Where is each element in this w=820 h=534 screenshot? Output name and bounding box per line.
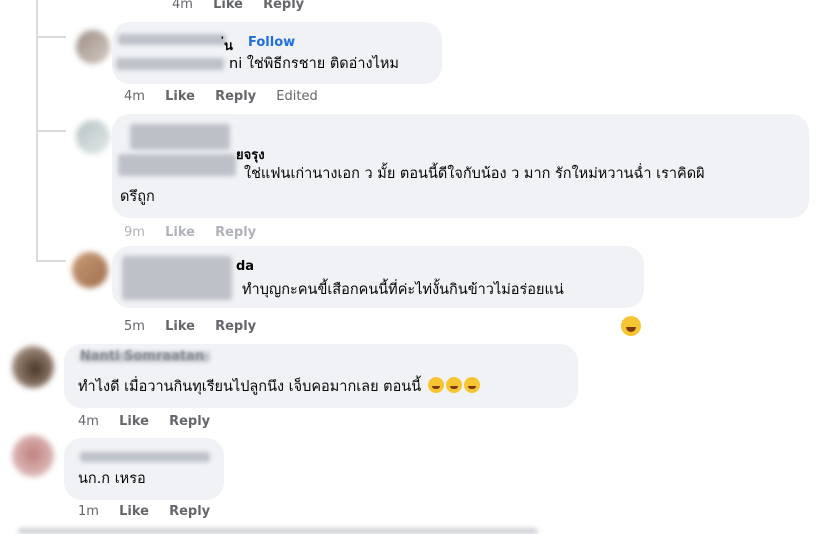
avatar[interactable] (76, 30, 110, 64)
avatar[interactable] (12, 435, 54, 477)
like-button[interactable]: Like (165, 225, 195, 240)
reply-button[interactable]: Reply (169, 504, 210, 519)
comment-actions: 4m Like Reply (172, 0, 320, 12)
avatar[interactable] (72, 252, 108, 288)
reply-button[interactable]: Reply (169, 414, 210, 429)
comment-actions: 4m Like Reply (78, 414, 226, 429)
next-comment-blurred (18, 528, 538, 534)
author-name[interactable]: ยจรุง (236, 144, 265, 165)
follow-link[interactable]: Follow (248, 35, 295, 50)
like-button[interactable]: Like (165, 89, 195, 104)
reply-button[interactable]: Reply (215, 319, 256, 334)
comment-actions: 5m Like Reply (124, 319, 272, 334)
comment-time[interactable]: 4m (78, 414, 99, 429)
comment-time[interactable]: 1m (78, 504, 99, 519)
author-name-blurred[interactable] (80, 452, 210, 462)
author-name-blurred[interactable] (118, 34, 226, 45)
author-name[interactable]: Nanti Somraatan (80, 349, 204, 364)
comment-time[interactable]: 4m (124, 89, 145, 104)
comment-time[interactable]: 4m (172, 0, 193, 12)
like-button[interactable]: Like (165, 319, 195, 334)
comment-text-line: ใช่แฟนเก่านางเอก ว มั้ย ตอนนี้ดีใจกับน้อ… (244, 166, 705, 182)
reply-button[interactable]: Reply (215, 225, 256, 240)
comment-text-body: ทำไงดี เมื่อวานกินทุเรียนไปลูกนึง เจ็บคอ… (78, 379, 422, 395)
like-button[interactable]: Like (213, 0, 243, 12)
thread-branch (36, 260, 66, 262)
like-button[interactable]: Like (119, 414, 149, 429)
edited-label[interactable]: Edited (276, 89, 317, 104)
comment-text: ทำไงดี เมื่อวานกินทุเรียนไปลูกนึง เจ็บคอ… (78, 376, 480, 399)
comment-text: ni ใช่พิธีกรชาย ติดอ่างไหม (229, 56, 399, 72)
comment-actions: 9m Like Reply (124, 225, 272, 240)
comment-time[interactable]: 5m (124, 319, 145, 334)
comment-time[interactable]: 9m (124, 225, 145, 240)
reply-button[interactable]: Reply (263, 0, 304, 12)
laughing-emoji-icon (445, 377, 462, 393)
comment-text-line: ดรึถูก (120, 189, 155, 205)
comment-text: ใช่แฟนเก่านางเอก ว มั้ย ตอนนี้ดีใจกับน้อ… (120, 163, 800, 209)
avatar[interactable] (12, 346, 54, 388)
comment-text: ทำบุญกะคนขี้เสือกคนนี้ที่ค่ะไท่งั้นกินข้… (242, 282, 564, 298)
like-button[interactable]: Like (119, 504, 149, 519)
text-blurred (116, 58, 224, 70)
author-name[interactable]: da (236, 259, 254, 274)
laughing-emoji-icon[interactable] (621, 316, 641, 336)
reply-button[interactable]: Reply (215, 89, 256, 104)
comment-actions: 1m Like Reply (78, 504, 226, 519)
avatar[interactable] (76, 120, 110, 154)
comment-text: นก.ก เหรอ (78, 471, 146, 487)
author-name-blurred[interactable] (130, 124, 230, 150)
thread-branch (36, 36, 66, 38)
comment-actions: 4m Like Reply Edited (124, 89, 334, 104)
crying-emoji-icon (463, 377, 480, 393)
thread-branch (36, 130, 66, 132)
author-name-blurred[interactable] (122, 256, 232, 300)
laughing-emoji-icon (427, 377, 444, 393)
